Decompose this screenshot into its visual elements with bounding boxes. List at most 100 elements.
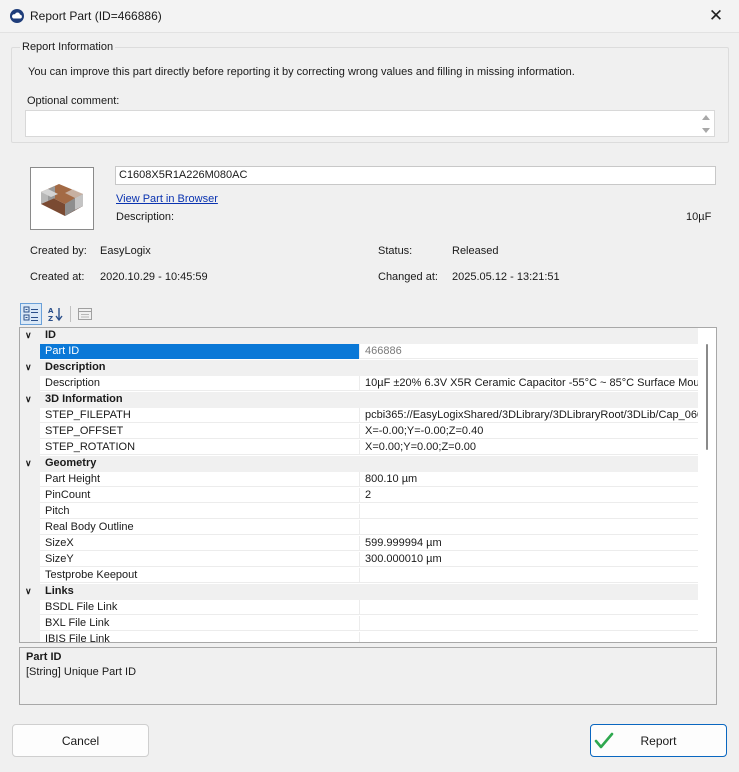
sort-az-icon: A Z [48, 307, 63, 322]
grid-property-row[interactable]: Real Body Outline [20, 520, 716, 536]
grid-property-row[interactable]: BSDL File Link [20, 600, 716, 616]
cancel-button-label: Cancel [61, 733, 100, 748]
grid-category-row[interactable]: ∨ ID [20, 328, 716, 344]
report-button[interactable]: Report [590, 724, 727, 757]
grid-property-row[interactable]: Part Height 800.10 µm [20, 472, 716, 488]
property-value[interactable]: pcbi365://EasyLogixShared/3DLibrary/3DLi… [359, 408, 699, 423]
property-name[interactable]: Part Height [40, 472, 359, 487]
comment-input[interactable] [25, 110, 715, 137]
property-name[interactable]: BSDL File Link [40, 600, 359, 615]
grid-scrollbar-thumb[interactable] [706, 344, 708, 450]
property-name[interactable]: BXL File Link [40, 616, 359, 631]
grid-category-row[interactable]: ∨ Links [20, 584, 716, 600]
categorized-view-button[interactable] [20, 303, 42, 325]
chevron-down-icon[interactable]: ∨ [25, 330, 32, 341]
grid-property-row[interactable]: Description 10µF ±20% 6.3V X5R Ceramic Ca… [20, 376, 716, 392]
property-value[interactable]: 10µF ±20% 6.3V X5R Ceramic Capacitor -55… [359, 376, 699, 391]
description-label: Description: [116, 211, 175, 223]
grid-property-row[interactable]: STEP_OFFSET X=-0.00;Y=-0.00;Z=0.40 [20, 424, 716, 440]
created-at-label: Created at: [30, 271, 85, 283]
grid-row-gutter [20, 616, 40, 632]
cancel-button[interactable]: Cancel [12, 724, 149, 757]
property-value[interactable]: 800.10 µm [359, 472, 699, 487]
property-value[interactable] [359, 616, 699, 631]
part-number-field[interactable]: C1608X5R1A226M080AC [115, 166, 716, 185]
property-value[interactable]: 599.999994 µm [359, 536, 699, 551]
grid-category-label: Geometry [45, 457, 97, 469]
grid-row-gutter [20, 632, 40, 642]
property-name[interactable]: IBIS File Link [40, 632, 359, 642]
property-name[interactable]: Description [40, 376, 359, 391]
property-name[interactable]: Part ID [40, 344, 359, 359]
property-grid[interactable]: ∨ ID Part ID 466886 ∨ Description Description 1… [19, 327, 717, 643]
grid-property-row[interactable]: IBIS File Link [20, 632, 716, 642]
grid-property-row[interactable]: STEP_ROTATION X=0.00;Y=0.00;Z=0.00 [20, 440, 716, 456]
property-name[interactable]: PinCount [40, 488, 359, 503]
property-value[interactable]: X=-0.00;Y=-0.00;Z=0.40 [359, 424, 699, 439]
help-description: [String] Unique Part ID [26, 666, 137, 678]
grid-category-label: Description [45, 361, 106, 373]
property-value[interactable]: X=0.00;Y=0.00;Z=0.00 [359, 440, 699, 455]
property-pages-button[interactable] [74, 303, 96, 325]
changed-at-value: 2025.05.12 - 13:21:51 [452, 271, 560, 283]
property-value[interactable] [359, 632, 699, 642]
grid-row-gutter [20, 520, 40, 536]
property-name[interactable]: SizeY [40, 552, 359, 567]
grid-property-row[interactable]: Testprobe Keepout [20, 568, 716, 584]
property-value[interactable] [359, 600, 699, 615]
property-name[interactable]: SizeX [40, 536, 359, 551]
title-bar: Report Part (ID=466886) ✕ [0, 0, 739, 32]
view-in-browser-link[interactable]: View Part in Browser [116, 193, 218, 205]
grid-row-gutter [20, 488, 40, 504]
window-title: Report Part (ID=466886) [30, 9, 162, 23]
property-grid-rows: ∨ ID Part ID 466886 ∨ Description Description 1… [20, 328, 716, 642]
checkmark-icon [594, 732, 614, 749]
grid-row-gutter [20, 472, 40, 488]
grid-property-row[interactable]: STEP_FILEPATH pcbi365://EasyLogixShared/3… [20, 408, 716, 424]
grid-category-row[interactable]: ∨ 3D Information [20, 392, 716, 408]
grid-property-row[interactable]: BXL File Link [20, 616, 716, 632]
property-value[interactable] [359, 520, 699, 535]
chevron-down-icon[interactable]: ∨ [25, 394, 32, 405]
property-name[interactable]: Real Body Outline [40, 520, 359, 535]
grid-property-row[interactable]: SizeX 599.999994 µm [20, 536, 716, 552]
grid-category-row[interactable]: ∨ Geometry [20, 456, 716, 472]
grid-row-gutter [20, 600, 40, 616]
chevron-down-icon[interactable]: ∨ [25, 458, 32, 469]
property-name[interactable]: STEP_FILEPATH [40, 408, 359, 423]
grid-property-row[interactable]: SizeY 300.000010 µm [20, 552, 716, 568]
property-pages-icon [78, 308, 92, 320]
grid-row-gutter [20, 504, 40, 520]
property-value[interactable] [359, 568, 699, 583]
grid-category-label: Links [45, 585, 74, 597]
property-value[interactable]: 300.000010 µm [359, 552, 699, 567]
grid-row-gutter [20, 424, 40, 440]
grid-property-row[interactable]: PinCount 2 [20, 488, 716, 504]
toolbar-separator [70, 306, 71, 322]
property-name[interactable]: STEP_OFFSET [40, 424, 359, 439]
grid-category-row[interactable]: ∨ Description [20, 360, 716, 376]
property-name[interactable]: Pitch [40, 504, 359, 519]
property-name[interactable]: STEP_ROTATION [40, 440, 359, 455]
alphabetical-view-button[interactable]: A Z [44, 303, 66, 325]
status-label: Status: [378, 245, 413, 257]
property-name[interactable]: Testprobe Keepout [40, 568, 359, 583]
chevron-down-icon[interactable]: ∨ [25, 586, 32, 597]
property-value[interactable] [359, 504, 699, 519]
svg-text:Z: Z [48, 315, 53, 322]
property-value[interactable]: 466886 [359, 344, 699, 359]
created-at-value: 2020.10.29 - 10:45:59 [100, 271, 208, 283]
grid-row-gutter [20, 376, 40, 392]
grid-row-gutter [20, 440, 40, 456]
comment-scrollbar[interactable] [700, 112, 712, 136]
property-value[interactable]: 2 [359, 488, 699, 503]
grid-property-row[interactable]: Pitch [20, 504, 716, 520]
report-button-label: Report [640, 733, 677, 748]
chevron-down-icon[interactable]: ∨ [25, 362, 32, 373]
close-button[interactable]: ✕ [693, 0, 739, 32]
part-thumbnail [30, 167, 94, 230]
grid-property-row[interactable]: Part ID 466886 [20, 344, 716, 360]
grid-scrollbar[interactable] [698, 328, 716, 642]
status-value: Released [452, 245, 499, 257]
comment-label: Optional comment: [27, 95, 120, 107]
